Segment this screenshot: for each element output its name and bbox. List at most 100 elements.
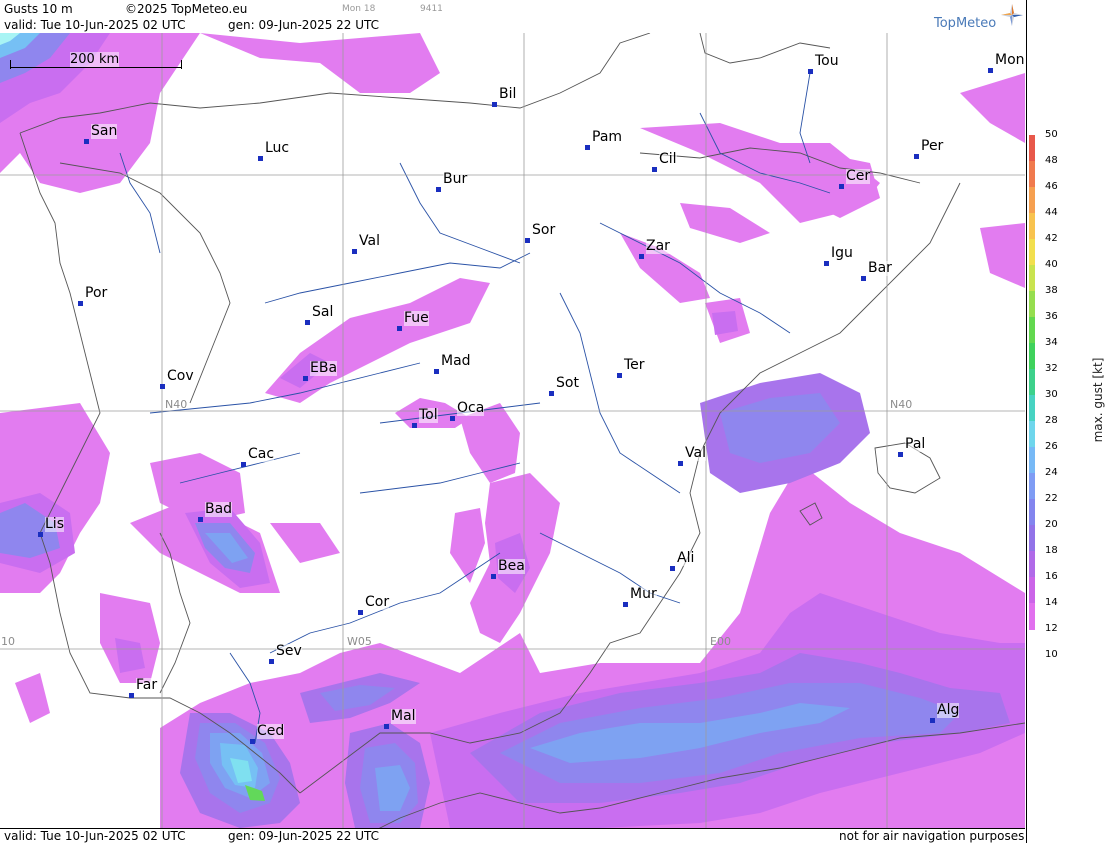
city-dot-icon: [617, 373, 622, 378]
city-dot-icon: [412, 423, 417, 428]
copyright-text: ©2025 TopMeteo.eu: [125, 2, 248, 16]
city-dot-icon: [988, 68, 993, 73]
legend-color-step: [1029, 343, 1035, 370]
grid-label-n40-east: N40: [890, 398, 913, 411]
legend-color-step: [1029, 421, 1035, 448]
city-label: Bur: [443, 171, 468, 187]
city-label: Bad: [205, 501, 233, 517]
legend-tick-32: 32: [1045, 363, 1058, 374]
legend-tick-12: 12: [1045, 623, 1058, 634]
city-label: EBa: [310, 360, 338, 376]
run-code: Mon 18: [342, 4, 376, 14]
legend-color-step: [1029, 187, 1035, 214]
disclaimer-text: not for air navigation purposes: [839, 829, 1025, 843]
city-label: Far: [136, 677, 158, 693]
legend-color-step: [1029, 161, 1035, 188]
gust-contour: [450, 508, 485, 583]
gust-contour: [200, 33, 440, 93]
city-label: Bar: [868, 260, 892, 276]
legend-color-step: [1029, 317, 1035, 344]
city-label: Oca: [457, 400, 485, 416]
legend-color-step: [1029, 239, 1035, 266]
river: [559, 292, 681, 494]
legend-color-step: [1029, 577, 1035, 604]
river: [539, 532, 681, 604]
city-label: Val: [359, 233, 380, 249]
city-label: Bea: [498, 558, 525, 574]
city-dot-icon: [129, 693, 134, 698]
city-dot-icon: [914, 154, 919, 159]
city-label: Pal: [905, 436, 926, 452]
city-dot-icon: [258, 156, 263, 161]
city-label: Sor: [532, 222, 556, 238]
city-dot-icon: [824, 261, 829, 266]
legend-tick-24: 24: [1045, 467, 1058, 478]
city-label: Cil: [659, 151, 677, 167]
city-dot-icon: [549, 391, 554, 396]
city-label: Per: [921, 138, 944, 154]
coastline: [699, 33, 831, 64]
city-dot-icon: [639, 254, 644, 259]
city-dot-icon: [250, 739, 255, 744]
city-label: Zar: [646, 238, 670, 254]
city-dot-icon: [198, 517, 203, 522]
legend-tick-28: 28: [1045, 415, 1058, 426]
city-dot-icon: [491, 574, 496, 579]
city-label: Cov: [167, 368, 194, 384]
city-dot-icon: [384, 724, 389, 729]
parameter-title: Gusts 10 m: [4, 2, 73, 16]
gust-contour: [810, 153, 880, 218]
legend-tick-42: 42: [1045, 233, 1058, 244]
map-area[interactable]: Tou Mon Bil San Pam Luc Per Cil Cer Bur Sor Val Zar I…: [0, 33, 1025, 828]
legend-color-step: [1029, 265, 1035, 292]
city-dot-icon: [269, 659, 274, 664]
city-label: Mal: [391, 708, 416, 724]
city-label: Cor: [365, 594, 390, 610]
legend-color-step: [1029, 291, 1035, 318]
header-bar: Gusts 10 m ©2025 TopMeteo.eu Mon 18 9411…: [0, 0, 1025, 33]
legend-tick-16: 16: [1045, 571, 1058, 582]
legend-color-step: [1029, 499, 1035, 526]
city-label: Tol: [419, 407, 438, 423]
grid-label-e00: E00: [710, 635, 731, 648]
legend-tick-36: 36: [1045, 311, 1058, 322]
legend-tick-22: 22: [1045, 493, 1058, 504]
scale-bar-label: 200 km: [70, 52, 120, 67]
city-dot-icon: [241, 462, 246, 467]
city-label: Mur: [630, 586, 657, 602]
gust-contour: [270, 523, 340, 563]
city-dot-icon: [436, 187, 441, 192]
grid-label-w10: 10: [1, 635, 15, 648]
city-dot-icon: [358, 610, 363, 615]
city-dot-icon: [808, 69, 813, 74]
valid-time: valid: Tue 10-Jun-2025 02 UTC: [4, 18, 186, 32]
brand-name: TopMeteo: [934, 16, 997, 31]
legend-tick-40: 40: [1045, 259, 1058, 270]
city-dot-icon: [930, 718, 935, 723]
city-dot-icon: [670, 566, 675, 571]
city-label: Sev: [276, 643, 302, 659]
city-dot-icon: [305, 320, 310, 325]
legend-color-step: [1029, 525, 1035, 552]
id-code: 9411: [420, 4, 443, 14]
gust-contour: [15, 673, 50, 723]
city-dot-icon: [160, 384, 165, 389]
legend-tick-20: 20: [1045, 519, 1058, 530]
legend-tick-50: 50: [1045, 129, 1058, 140]
city-dot-icon: [434, 369, 439, 374]
legend-tick-30: 30: [1045, 389, 1058, 400]
city-label: Lis: [45, 516, 64, 532]
legend-tick-34: 34: [1045, 337, 1058, 348]
legend-color-step: [1029, 213, 1035, 240]
city-label: Ced: [257, 723, 285, 739]
grid-label-n40-west: N40: [165, 398, 188, 411]
city-label: Bil: [499, 86, 517, 102]
city-label: Cac: [248, 446, 275, 462]
gust-contour: [960, 73, 1025, 143]
legend-tick-18: 18: [1045, 545, 1058, 556]
gust-field-layer: [0, 33, 1025, 828]
legend-color-step: [1029, 551, 1035, 578]
city-dot-icon: [38, 532, 43, 537]
legend-color-step: [1029, 395, 1035, 422]
city-label: Mon: [995, 52, 1025, 68]
